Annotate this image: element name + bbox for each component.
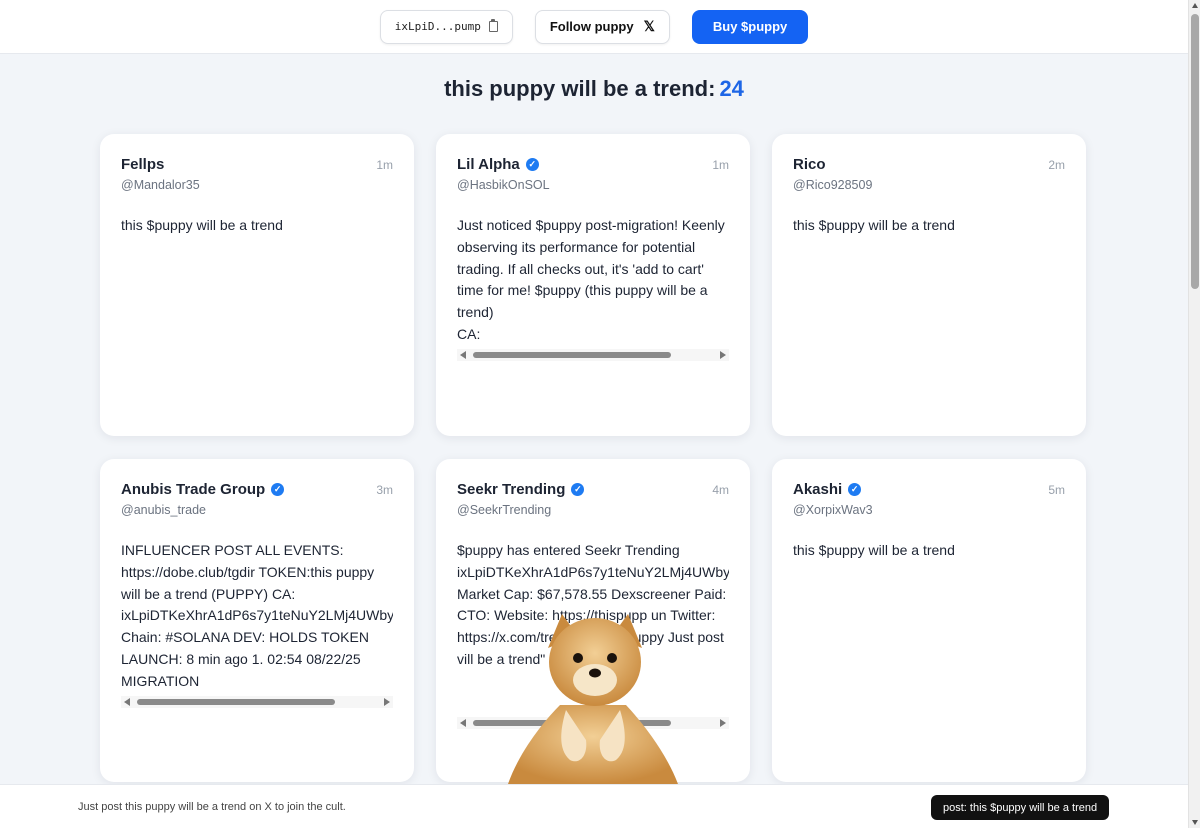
author-handle[interactable]: @HasbikOnSOL xyxy=(457,178,729,192)
scroll-thumb[interactable] xyxy=(1191,14,1199,289)
verified-badge-icon: ✓ xyxy=(271,483,285,496)
footer-text: Just post this puppy will be a trend on … xyxy=(78,801,346,813)
trend-count: 24 xyxy=(719,76,744,101)
post-card: Lil Alpha ✓ 1m @HasbikOnSOL Just noticed … xyxy=(436,134,750,436)
author-name[interactable]: Akashi ✓ xyxy=(793,481,862,498)
scroll-down-icon[interactable] xyxy=(1192,820,1198,825)
post-card: Anubis Trade Group ✓ 3m @anubis_trade INF… xyxy=(100,459,414,782)
verified-badge-icon: ✓ xyxy=(525,158,539,171)
author-handle[interactable]: @anubis_trade xyxy=(121,503,393,517)
puppy-mascot xyxy=(508,614,678,784)
author-name[interactable]: Lil Alpha ✓ xyxy=(457,156,539,173)
horizontal-scrollbar[interactable] xyxy=(457,349,729,361)
contract-address-copy-button[interactable]: ixLpiD...pump xyxy=(379,9,513,44)
verified-badge-icon: ✓ xyxy=(571,483,585,496)
headline-text: this puppy will be a trend: xyxy=(444,76,716,101)
author-handle[interactable]: @Mandalor35 xyxy=(121,178,393,192)
post-time: 1m xyxy=(712,158,729,172)
post-time: 5m xyxy=(1048,483,1065,497)
post-body: this $puppy will be a trend xyxy=(793,542,955,558)
post-card: Rico 2m @Rico928509 this $puppy will be … xyxy=(772,134,1086,436)
scroll-up-icon[interactable] xyxy=(1192,3,1198,8)
author-name[interactable]: Fellps xyxy=(121,156,164,173)
author-name[interactable]: Rico xyxy=(793,156,826,173)
author-name[interactable]: Seekr Trending ✓ xyxy=(457,481,585,498)
post-on-x-button[interactable]: post: this $puppy will be a trend xyxy=(931,795,1110,820)
author-handle[interactable]: @SeekrTrending xyxy=(457,503,729,517)
post-time: 2m xyxy=(1048,158,1065,172)
post-card: Fellps 1m @Mandalor35 this $puppy will b… xyxy=(100,134,414,436)
post-time: 3m xyxy=(376,483,393,497)
verified-badge-icon: ✓ xyxy=(848,483,862,496)
author-name[interactable]: Anubis Trade Group ✓ xyxy=(121,481,285,498)
post-time: 4m xyxy=(712,483,729,497)
post-time: 1m xyxy=(376,158,393,172)
scroll-thumb[interactable] xyxy=(473,352,671,358)
contract-address-label: ixLpiD...pump xyxy=(394,20,481,33)
scroll-left-icon[interactable] xyxy=(460,351,466,359)
scroll-right-icon[interactable] xyxy=(720,719,726,727)
scroll-left-icon[interactable] xyxy=(460,719,466,727)
buy-button[interactable]: Buy $puppy xyxy=(691,9,809,44)
footer-bar: Just post this puppy will be a trend on … xyxy=(0,784,1188,828)
vertical-scrollbar[interactable] xyxy=(1188,0,1200,828)
horizontal-scrollbar[interactable] xyxy=(121,696,393,708)
clipboard-icon xyxy=(488,19,498,32)
top-bar: ixLpiD...pump Follow puppy 𝕏 Buy $puppy xyxy=(0,0,1188,54)
post-card: Akashi ✓ 5m @XorpixWav3 this $puppy will … xyxy=(772,459,1086,782)
post-body: Just noticed $puppy post-migration! Keen… xyxy=(457,217,725,342)
post-body: this $puppy will be a trend xyxy=(121,217,283,233)
follow-button[interactable]: Follow puppy 𝕏 xyxy=(534,9,670,44)
scroll-left-icon[interactable] xyxy=(124,698,130,706)
scroll-thumb[interactable] xyxy=(137,699,335,705)
author-handle[interactable]: @Rico928509 xyxy=(793,178,1065,192)
follow-label: Follow puppy xyxy=(549,19,634,34)
post-body: this $puppy will be a trend xyxy=(793,217,955,233)
page-title: this puppy will be a trend: 24 xyxy=(0,76,1188,102)
x-logo-icon: 𝕏 xyxy=(643,18,655,34)
author-handle[interactable]: @XorpixWav3 xyxy=(793,503,1065,517)
scroll-right-icon[interactable] xyxy=(720,351,726,359)
buy-label: Buy $puppy xyxy=(712,19,788,34)
scroll-right-icon[interactable] xyxy=(384,698,390,706)
post-body: INFLUENCER POST ALL EVENTS: https://dobe… xyxy=(121,542,393,689)
